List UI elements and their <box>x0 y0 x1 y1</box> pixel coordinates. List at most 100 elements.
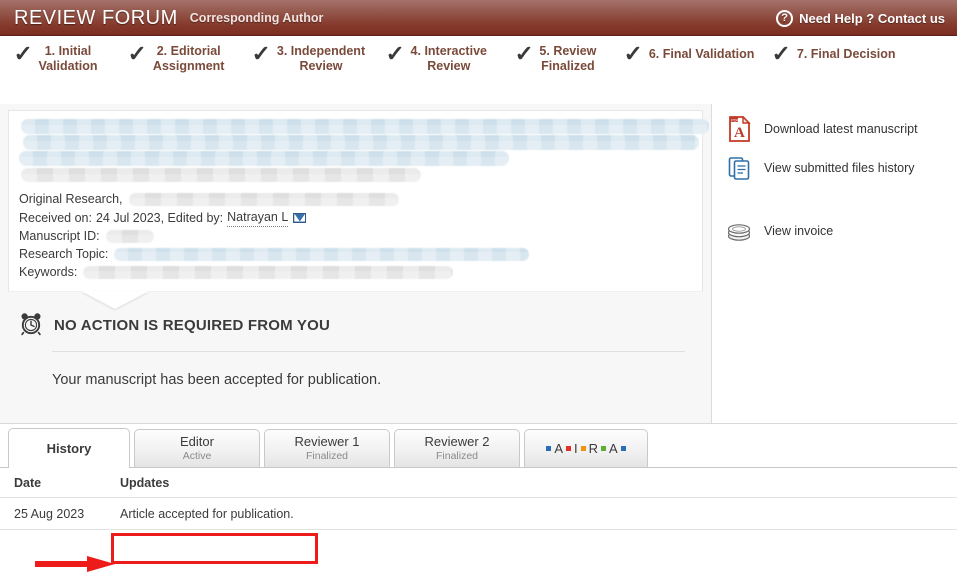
app-header: REVIEW FORUM Corresponding Author ? Need… <box>0 0 957 36</box>
tab-label: Reviewer 2 <box>424 434 490 449</box>
envelope-icon[interactable] <box>293 212 307 223</box>
redacted-block <box>23 135 699 150</box>
keywords-line: Keywords: <box>19 263 692 281</box>
svg-text:A: A <box>734 125 745 141</box>
tab-label: History <box>46 441 92 456</box>
step-3-independent-review[interactable]: ✓ 3. Independent Review <box>252 41 366 74</box>
aira-square-5 <box>620 446 626 451</box>
tab-history[interactable]: History <box>8 428 130 468</box>
redacted-block <box>105 229 154 243</box>
side-link-label: Download latest manuscript <box>764 122 918 136</box>
step-label: 1. Initial Validation <box>38 44 98 73</box>
received-date-value: 24 Jul 2023 <box>95 210 161 225</box>
step-7-final-decision[interactable]: ✓ 7. Final Decision <box>771 41 896 66</box>
tab-label: Editor <box>180 434 214 449</box>
need-help-link[interactable]: ? Need Help ? Contact us <box>776 9 945 27</box>
redacted-block <box>114 247 530 261</box>
step-label: 7. Final Decision <box>796 46 896 61</box>
table-row[interactable]: 25 Aug 2023 Article accepted for publica… <box>0 498 957 530</box>
manuscript-id-label: Manuscript ID: <box>19 229 100 243</box>
table-header-row: Date Updates <box>0 468 957 498</box>
column-header-updates: Updates <box>120 475 170 490</box>
step-4-interactive-review[interactable]: ✓ 4. Interactive Review <box>385 41 487 74</box>
tab-status: Active <box>182 450 212 462</box>
stepper-steps: ✓ 1. Initial Validation ✓ 2. Editorial A… <box>0 41 957 94</box>
step-label: 5. Review Finalized <box>539 44 597 73</box>
step-1-initial-validation[interactable]: ✓ 1. Initial Validation <box>13 41 98 74</box>
redacted-block <box>128 192 399 206</box>
check-icon: ✓ <box>13 41 33 66</box>
app-brand: REVIEW FORUM <box>14 6 178 29</box>
documents-stack-icon <box>726 155 754 181</box>
manuscript-actions-column: PDF A Download latest manuscript View su… <box>712 104 957 423</box>
redacted-block <box>19 151 509 166</box>
step-label: 4. Interactive Review <box>410 44 487 73</box>
redacted-block <box>21 119 709 134</box>
annotation-arrow <box>35 556 115 572</box>
view-invoice-link[interactable]: View invoice <box>726 219 957 243</box>
user-role-label: Corresponding Author <box>189 11 324 25</box>
editor-name-link[interactable]: Natrayan L <box>227 208 289 227</box>
step-label: 3. Independent Review <box>276 44 366 73</box>
check-icon: ✓ <box>623 41 644 66</box>
aira-square-4 <box>601 446 606 451</box>
pdf-file-icon: PDF A <box>726 116 754 142</box>
step-5-review-finalized[interactable]: ✓ 5. Review Finalized <box>514 41 597 74</box>
detail-tabs: History Editor Active Reviewer 1 Finaliz… <box>0 424 957 468</box>
tab-editor[interactable]: Editor Active <box>134 429 260 467</box>
annotation-highlight-box <box>111 533 318 564</box>
coins-icon <box>726 219 754 243</box>
manuscript-type-line: Original Research, <box>19 190 692 208</box>
tab-reviewer-2[interactable]: Reviewer 2 Finalized <box>394 429 520 467</box>
check-icon: ✓ <box>771 41 792 66</box>
need-help-label: Need Help ? Contact us <box>799 10 945 26</box>
edited-by-label: , Edited by: <box>160 210 224 225</box>
tab-reviewer-1[interactable]: Reviewer 1 Finalized <box>264 429 390 467</box>
redacted-block <box>83 265 454 279</box>
aira-letter-a1: A <box>554 441 563 456</box>
tab-status: Finalized <box>305 450 349 462</box>
check-icon: ✓ <box>385 41 406 66</box>
view-submitted-files-history-link[interactable]: View submitted files history <box>726 155 957 181</box>
action-title: NO ACTION IS REQUIRED FROM YOU <box>54 317 331 334</box>
check-icon: ✓ <box>252 41 272 66</box>
action-header: NO ACTION IS REQUIRED FROM YOU <box>8 302 703 351</box>
check-icon: ✓ <box>514 41 534 66</box>
action-required-box: NO ACTION IS REQUIRED FROM YOU Your manu… <box>8 296 703 388</box>
manuscript-panel: Original Research, Received on: 24 Jul 2… <box>0 104 957 424</box>
received-edited-line: Received on: 24 Jul 2023 , Edited by: Na… <box>19 208 692 227</box>
side-link-label: View submitted files history <box>764 161 915 175</box>
aira-square-1 <box>546 446 552 451</box>
aira-square-3 <box>580 446 586 451</box>
research-topic-line: Research Topic: <box>19 245 692 263</box>
manuscript-type-label: Original Research, <box>19 192 123 206</box>
manuscript-details-column: Original Research, Received on: 24 Jul 2… <box>0 104 712 423</box>
received-on-label: Received on: <box>19 210 92 225</box>
column-header-date: Date <box>14 475 42 490</box>
svg-text:PDF: PDF <box>731 117 740 122</box>
aira-label: A I R A <box>546 441 626 456</box>
keywords-label: Keywords: <box>19 265 78 279</box>
cell-update: Article accepted for publication. <box>120 506 294 521</box>
aira-letter-a2: A <box>609 441 618 456</box>
redacted-block <box>21 168 421 182</box>
step-6-final-validation[interactable]: ✓ 6. Final Validation <box>623 41 755 66</box>
manuscript-info-card: Original Research, Received on: 24 Jul 2… <box>8 110 709 309</box>
manuscript-id-line: Manuscript ID: <box>19 227 692 245</box>
question-mark-circle-icon: ? <box>776 9 794 27</box>
aira-letter-i: I <box>573 441 578 456</box>
download-latest-manuscript-link[interactable]: PDF A Download latest manuscript <box>726 116 957 142</box>
manuscript-title-redacted <box>19 119 709 182</box>
step-label: 2. Editorial Assignment <box>152 44 225 73</box>
action-message: Your manuscript has been accepted for pu… <box>52 372 382 388</box>
side-link-label: View invoice <box>764 224 834 238</box>
aira-letter-r: R <box>588 441 598 456</box>
research-topic-label: Research Topic: <box>19 247 109 261</box>
step-label: 6. Final Validation <box>648 46 755 61</box>
tab-label: Reviewer 1 <box>294 434 360 449</box>
check-icon: ✓ <box>128 41 148 66</box>
alarm-clock-icon <box>18 310 44 341</box>
step-2-editorial-assignment[interactable]: ✓ 2. Editorial Assignment <box>128 41 225 74</box>
tab-aira[interactable]: A I R A <box>524 429 648 467</box>
cell-date: 25 Aug 2023 <box>14 506 85 521</box>
